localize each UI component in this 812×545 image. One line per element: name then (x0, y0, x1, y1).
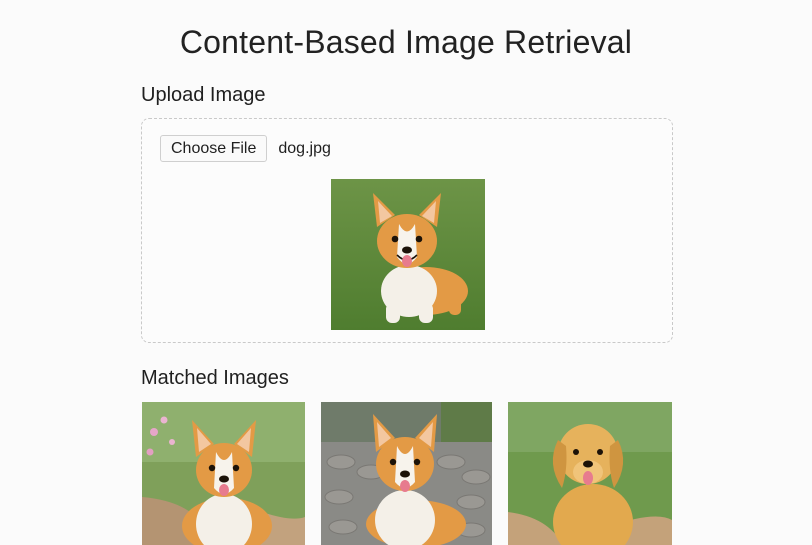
selected-file-name: dog.jpg (278, 139, 331, 157)
corgi-on-cobblestone-photo (321, 402, 492, 545)
page-title: Content-Based Image Retrieval (179, 24, 633, 60)
choose-file-button[interactable]: Choose File (160, 135, 268, 162)
matched-image-3[interactable] (508, 402, 672, 545)
corgi-photo (331, 179, 485, 330)
uploaded-image-preview (331, 179, 485, 330)
matched-image-2[interactable] (321, 402, 492, 545)
upload-dropzone[interactable]: Choose File dog.jpg (141, 118, 673, 343)
corgi-on-path-photo (142, 402, 305, 545)
matched-image-1[interactable] (142, 402, 305, 545)
golden-retriever-photo (508, 402, 672, 545)
matched-section-heading: Matched Images (141, 367, 289, 389)
upload-section-heading: Upload Image (141, 84, 266, 106)
file-input-row: Choose File dog.jpg (160, 135, 331, 162)
cbir-page: Content-Based Image Retrieval Upload Ima… (0, 0, 812, 545)
